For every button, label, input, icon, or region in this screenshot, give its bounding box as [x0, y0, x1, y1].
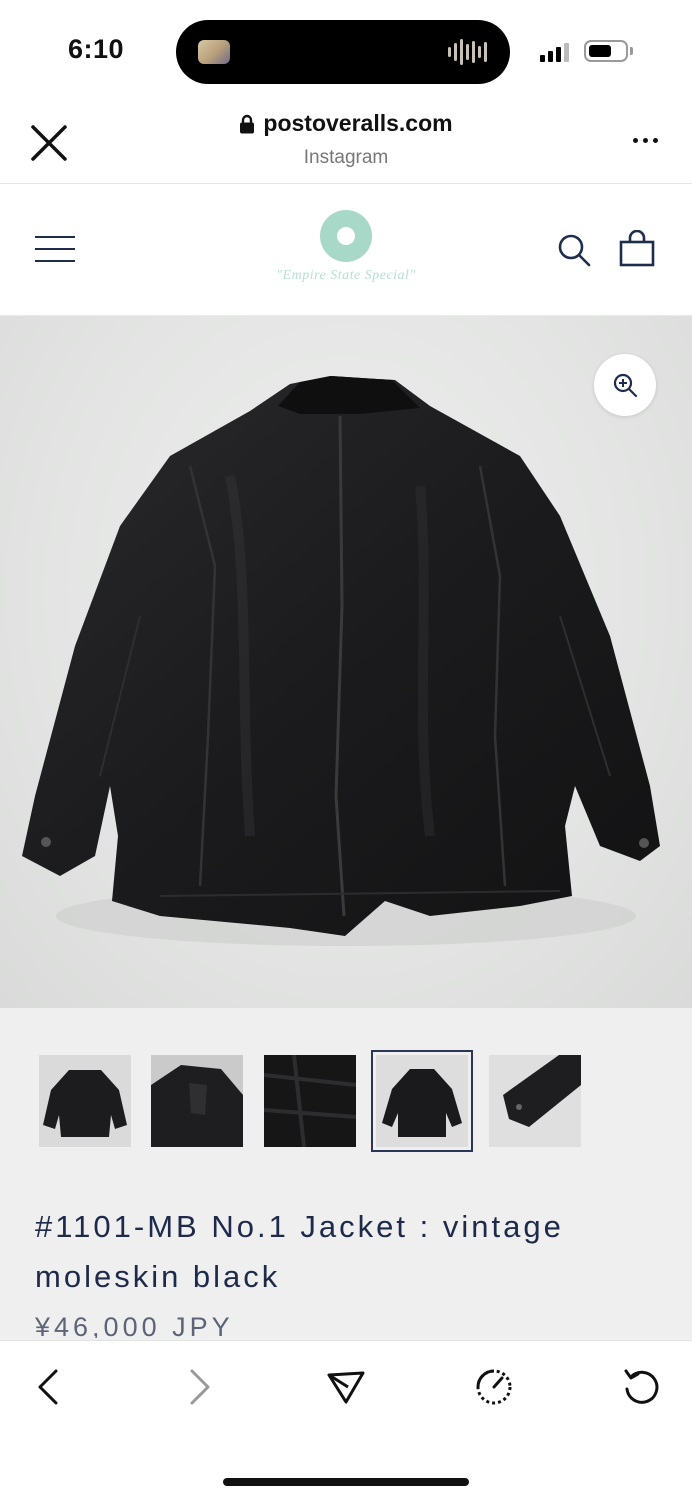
- cellular-signal-icon: [540, 42, 569, 62]
- speedometer-icon[interactable]: [474, 1367, 514, 1407]
- product-title: #1101-MB No.1 Jacket : vintage moleskin …: [35, 1209, 564, 1294]
- product-details: #1101-MB No.1 Jacket : vintage moleskin …: [0, 1008, 692, 1340]
- url-display[interactable]: postoveralls.com Instagram: [0, 110, 692, 169]
- lock-icon: [240, 114, 255, 133]
- thumbnail-3[interactable]: [264, 1055, 356, 1147]
- home-indicator: [223, 1478, 469, 1486]
- status-time: 6:10: [68, 34, 125, 64]
- more-icon[interactable]: [633, 138, 658, 143]
- thumbnail-4[interactable]: [371, 1050, 473, 1152]
- jacket-image: [22, 376, 660, 946]
- thumbnail-2[interactable]: [151, 1055, 243, 1147]
- shopping-bag-icon[interactable]: [618, 230, 656, 268]
- dynamic-island: [176, 20, 510, 84]
- logo-tagline: "Empire State Special": [276, 268, 416, 283]
- zoom-in-icon: [613, 373, 638, 398]
- source-label: Instagram: [303, 146, 389, 168]
- url-text: postoveralls.com: [263, 110, 453, 136]
- browser-toolbar: [0, 1340, 692, 1500]
- back-icon[interactable]: [30, 1367, 70, 1407]
- logo-badge: [320, 210, 372, 262]
- product-price: ¥46,000 JPY: [35, 1312, 234, 1338]
- audio-waveform-icon: [448, 38, 488, 66]
- zoom-button[interactable]: [594, 354, 656, 416]
- site-header: "Empire State Special": [0, 184, 692, 316]
- share-icon[interactable]: [326, 1367, 366, 1407]
- reload-icon[interactable]: [622, 1367, 662, 1407]
- status-bar: 6:10: [0, 0, 692, 100]
- forward-icon[interactable]: [178, 1367, 218, 1407]
- search-icon[interactable]: [556, 232, 592, 268]
- thumbnail-1[interactable]: [39, 1055, 131, 1147]
- now-playing-artwork: [198, 40, 230, 64]
- product-main-image[interactable]: [0, 316, 692, 1008]
- thumbnail-5[interactable]: [489, 1055, 581, 1147]
- in-app-browser-header: postoveralls.com Instagram: [0, 100, 692, 184]
- battery-icon: [584, 40, 628, 62]
